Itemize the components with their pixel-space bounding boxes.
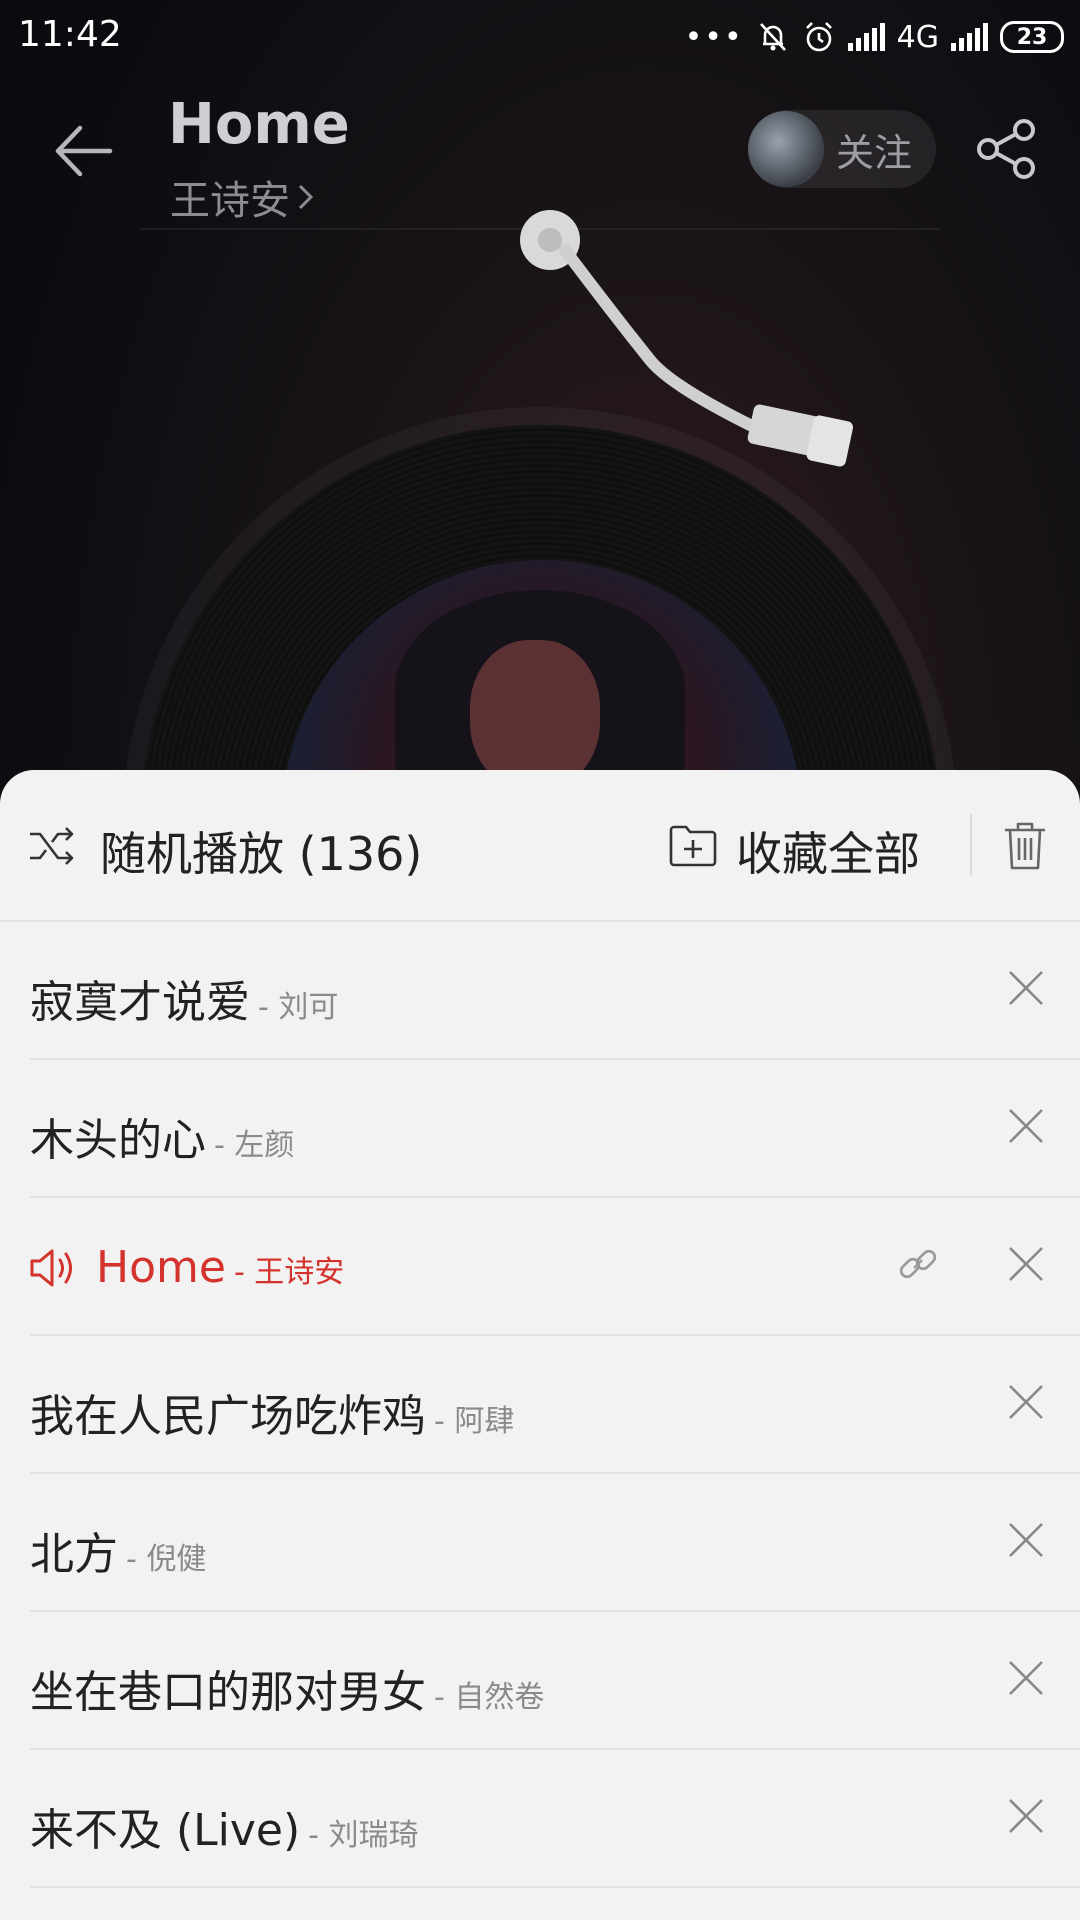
song-artist: - 左颜 bbox=[214, 1128, 295, 1163]
song-artist: - 刘瑞琦 bbox=[308, 1818, 419, 1853]
song-artist: - 王诗安 bbox=[233, 1255, 345, 1290]
tonearm bbox=[520, 210, 854, 467]
back-arrow-icon[interactable] bbox=[50, 118, 116, 184]
folder-add-icon[interactable] bbox=[668, 824, 718, 868]
playlist-toolbar: 随机播放 (136) 收藏全部 bbox=[0, 770, 1080, 922]
trash-icon[interactable] bbox=[1002, 820, 1048, 872]
song-title: 我在人民广场吃炸鸡 bbox=[30, 1391, 426, 1442]
song-artist: - 倪健 bbox=[126, 1542, 207, 1577]
song-title: 来不及 (Live) bbox=[30, 1805, 301, 1856]
list-item[interactable]: 木头的心 - 左颜 bbox=[0, 1060, 1080, 1198]
song-title: 寂寞才说爱 bbox=[30, 977, 250, 1028]
list-item-current[interactable]: Home - 王诗安 bbox=[0, 1198, 1080, 1336]
status-time: 11:42 bbox=[18, 14, 122, 55]
artist-avatar bbox=[748, 111, 824, 187]
close-icon[interactable] bbox=[1006, 1382, 1046, 1422]
artist-name: 王诗安 bbox=[170, 178, 290, 224]
song-title: Home bbox=[168, 92, 350, 157]
battery-level: 23 bbox=[1016, 24, 1048, 50]
close-icon[interactable] bbox=[1006, 1244, 1046, 1284]
close-icon[interactable] bbox=[1006, 1520, 1046, 1560]
close-icon[interactable] bbox=[1006, 968, 1046, 1008]
shuffle-play-button[interactable]: 随机播放 (136) bbox=[100, 818, 422, 884]
hd-signal-icon bbox=[847, 23, 885, 51]
more-notifications-icon: ••• bbox=[684, 19, 744, 55]
alarm-icon bbox=[805, 22, 832, 52]
close-icon[interactable] bbox=[1006, 1106, 1046, 1146]
chevron-right-icon bbox=[298, 184, 314, 210]
list-item[interactable]: 寂寞才说爱 - 刘可 bbox=[0, 922, 1080, 1060]
song-artist: - 阿肆 bbox=[434, 1404, 515, 1439]
list-item[interactable]: 我在人民广场吃炸鸡 - 阿肆 bbox=[0, 1336, 1080, 1474]
signal-icon bbox=[951, 23, 988, 51]
status-bar: 11:42 ••• 4G 23 bbox=[0, 0, 1080, 74]
player-header: Home 王诗安 关注 bbox=[0, 88, 1080, 228]
follow-button[interactable]: 关注 bbox=[748, 110, 936, 188]
speaker-icon bbox=[30, 1249, 72, 1287]
list-item[interactable]: 坐在巷口的那对男女 - 自然卷 bbox=[0, 1612, 1080, 1750]
song-title: 坐在巷口的那对男女 bbox=[30, 1667, 426, 1718]
follow-label: 关注 bbox=[836, 130, 913, 175]
network-type: 4G bbox=[896, 19, 939, 55]
status-icons: ••• 4G 23 bbox=[685, 14, 1064, 60]
close-icon[interactable] bbox=[1006, 1796, 1046, 1836]
song-title: 北方 bbox=[30, 1529, 118, 1580]
shuffle-icon[interactable] bbox=[28, 822, 76, 870]
playlist-sheet: 随机播放 (136) 收藏全部 寂寞才说爱 - 刘可 木头的心 - 左颜 Home -… bbox=[0, 770, 1080, 1920]
mute-bell-icon bbox=[759, 23, 786, 51]
list-item[interactable]: 北方 - 倪健 bbox=[0, 1474, 1080, 1612]
playlist: 寂寞才说爱 - 刘可 木头的心 - 左颜 Home - 王诗安 我在人民广场吃炸鸡 - … bbox=[0, 922, 1080, 1888]
album-cover-face bbox=[470, 640, 600, 790]
list-item[interactable]: 来不及 (Live) - 刘瑞琦 bbox=[0, 1750, 1080, 1888]
artist-link[interactable]: 王诗安 bbox=[170, 168, 316, 226]
close-icon[interactable] bbox=[1006, 1658, 1046, 1698]
collect-all-button[interactable]: 收藏全部 bbox=[736, 818, 920, 884]
song-artist: - 自然卷 bbox=[434, 1680, 545, 1715]
toolbar-divider bbox=[970, 814, 972, 876]
song-title: 木头的心 bbox=[30, 1115, 206, 1166]
song-artist: - 刘可 bbox=[258, 990, 339, 1025]
song-title: Home bbox=[96, 1242, 226, 1293]
link-icon[interactable] bbox=[896, 1242, 940, 1286]
share-icon[interactable] bbox=[976, 118, 1038, 180]
battery-icon: 23 bbox=[1000, 21, 1064, 53]
